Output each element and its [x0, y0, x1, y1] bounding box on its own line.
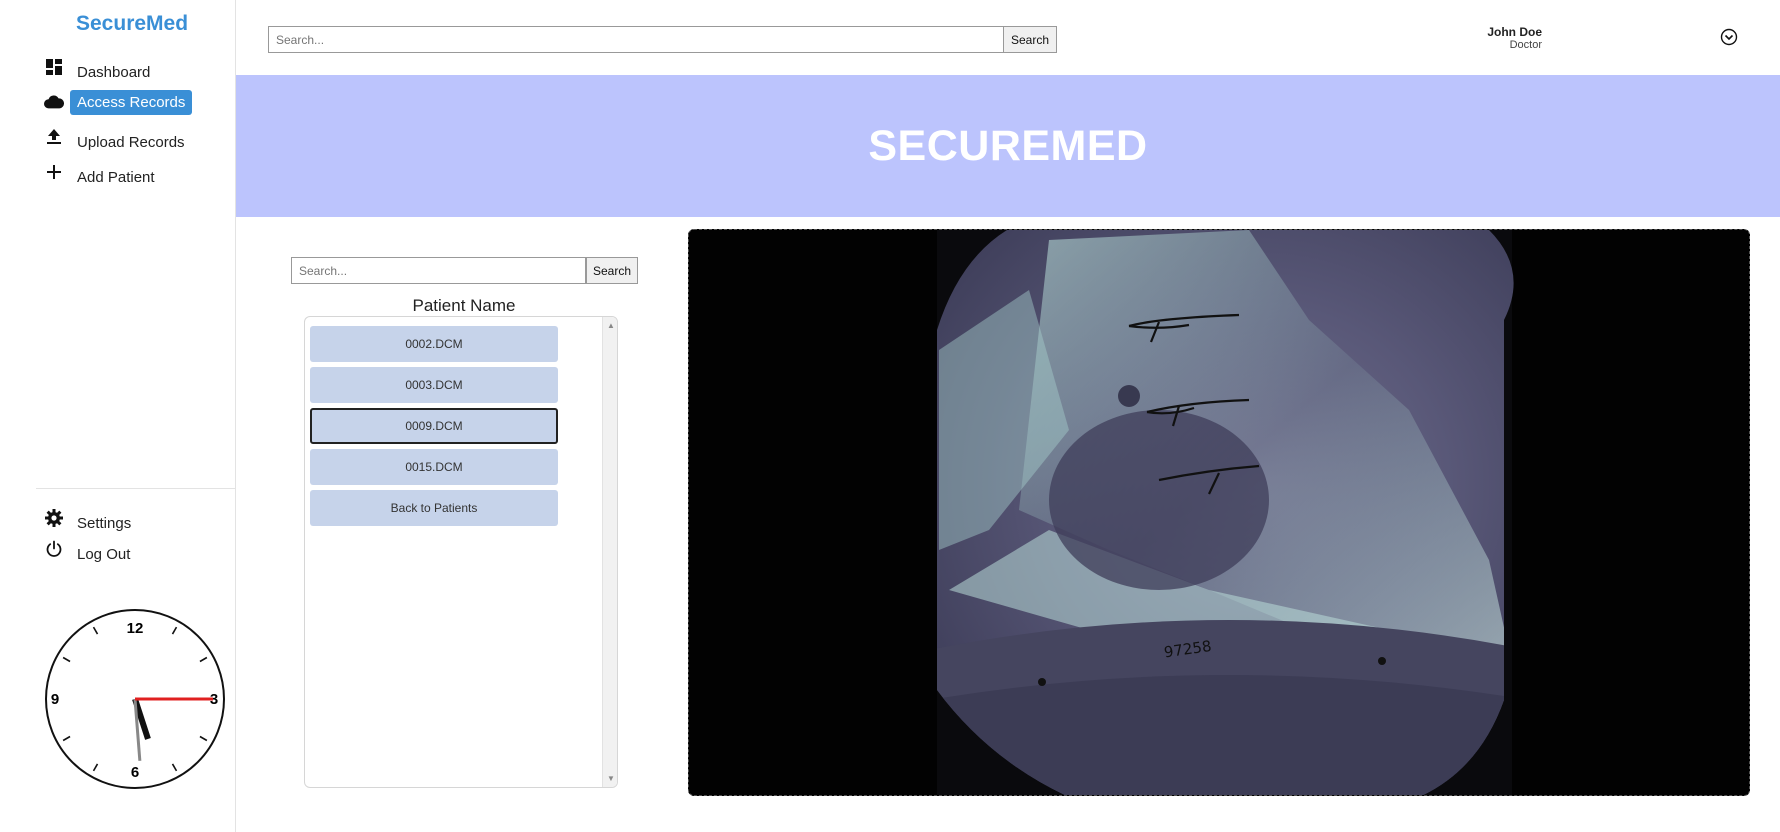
sidebar-nav: Dashboard Access Records Upload Records … [0, 52, 236, 192]
file-item-0002[interactable]: 0002.DCM [310, 326, 558, 362]
sidebar-item-dashboard[interactable]: Dashboard [0, 52, 236, 87]
upload-icon [44, 127, 64, 147]
banner-title: SECUREMED [868, 121, 1148, 170]
dicom-viewer[interactable]: 97258 [688, 229, 1750, 796]
file-item-0015[interactable]: 0015.DCM [310, 449, 558, 485]
user-name: John Doe [1487, 25, 1542, 39]
chevron-down-icon[interactable] [1720, 28, 1738, 46]
xray-image: 97258 [689, 230, 1749, 795]
dashboard-icon [44, 57, 64, 77]
file-search-input[interactable] [291, 257, 586, 284]
user-info: John Doe Doctor [1487, 25, 1542, 51]
clock-numeral-12: 12 [127, 620, 144, 637]
clock-face: 12 3 6 9 [45, 609, 225, 789]
clock-numeral-9: 9 [51, 691, 59, 708]
sidebar-divider [36, 488, 236, 489]
analog-clock: 12 3 6 9 [44, 608, 226, 790]
sidebar-item-label: Settings [77, 515, 132, 532]
scroll-down-icon[interactable]: ▼ [607, 774, 615, 783]
back-to-patients-button[interactable]: Back to Patients [310, 490, 558, 526]
sidebar-item-settings[interactable]: Settings [0, 503, 236, 534]
sidebar-item-access-records[interactable]: Access Records [0, 87, 236, 122]
global-search-button[interactable]: Search [1003, 26, 1057, 53]
power-icon [44, 539, 64, 559]
file-item-0009[interactable]: 0009.DCM [310, 408, 558, 444]
sidebar-item-logout[interactable]: Log Out [0, 534, 236, 565]
sidebar-item-add-patient[interactable]: Add Patient [0, 157, 236, 192]
clock-numeral-6: 6 [131, 764, 139, 781]
top-bar: Search John Doe Doctor [236, 0, 1780, 75]
gear-icon [44, 508, 64, 528]
file-item-0003[interactable]: 0003.DCM [310, 367, 558, 403]
cloud-icon [44, 92, 64, 112]
user-role: Doctor [1509, 39, 1542, 51]
sidebar-item-label: Add Patient [77, 169, 155, 186]
sidebar-item-upload-records[interactable]: Upload Records [0, 122, 236, 157]
app-root: SecureMed Dashboard Access Records Uploa… [0, 0, 1780, 832]
file-search-button[interactable]: Search [586, 257, 638, 284]
file-list-scrollbar[interactable]: ▲ ▼ [602, 317, 617, 787]
hero-banner: SECUREMED [236, 75, 1780, 217]
global-search-input[interactable] [268, 26, 1036, 53]
file-list: 0002.DCM 0003.DCM 0009.DCM 0015.DCM Back… [304, 316, 618, 788]
sidebar: SecureMed Dashboard Access Records Uploa… [0, 0, 236, 832]
brand-logo[interactable]: SecureMed [76, 12, 188, 36]
sidebar-item-label: Log Out [77, 546, 131, 563]
sidebar-item-label: Upload Records [77, 134, 185, 151]
list-heading: Patient Name [412, 296, 516, 315]
sidebar-item-label: Dashboard [77, 64, 151, 81]
plus-icon [44, 162, 64, 182]
sidebar-item-label: Access Records [70, 90, 193, 115]
sidebar-bottom-nav: Settings Log Out [0, 503, 236, 565]
scroll-up-icon[interactable]: ▲ [607, 321, 615, 330]
